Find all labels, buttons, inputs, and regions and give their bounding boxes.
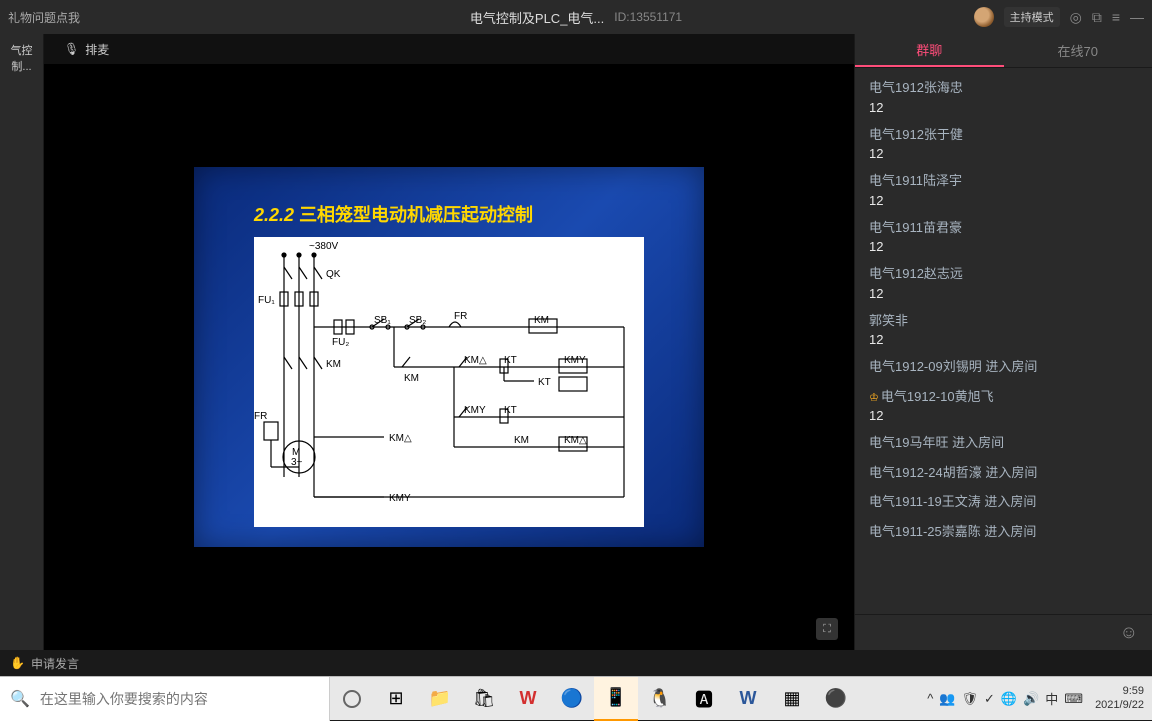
tray-safe-icon[interactable]: ✓ bbox=[984, 691, 995, 707]
chat-message: 电气1912张于健12 bbox=[869, 125, 1138, 162]
svg-text:KT: KT bbox=[504, 405, 517, 416]
windows-taskbar: 🔍 ⊞ 📁 🛍 W 🔵 📱 🐧 🅰 W ▦ ⚫ ^ 👥 🛡 ✓ 🌐 🔊 中 ⌨ … bbox=[0, 676, 1152, 720]
menu-icon[interactable]: ≡ bbox=[1112, 9, 1120, 25]
speak-request-row: ✋ 申请发言 bbox=[0, 650, 1152, 676]
user-avatar[interactable] bbox=[974, 7, 994, 27]
left-tab-item[interactable]: 气控制... bbox=[0, 38, 43, 78]
task-view-icon[interactable]: ⊞ bbox=[374, 677, 418, 721]
slide-title: 2.2.2 三相笼型电动机减压起动控制 bbox=[254, 201, 533, 227]
file-explorer-icon[interactable]: 📁 bbox=[418, 677, 462, 721]
svg-text:FU₂: FU₂ bbox=[332, 337, 349, 348]
chat-list[interactable]: 电气1912张海忠12 电气1912张于健12 电气1911陆泽宇12 电气1911苗… bbox=[855, 68, 1152, 614]
svg-text:KMY: KMY bbox=[464, 405, 486, 416]
presentation-area: 🎙 排麦 2.2.2 三相笼型电动机减压起动控制 ~380V bbox=[44, 34, 854, 650]
svg-text:KMY: KMY bbox=[389, 493, 411, 504]
taskbar-clock[interactable]: 9:59 2021/9/22 bbox=[1095, 685, 1144, 711]
chat-sidebar: 群聊 在线70 电气1912张海忠12 电气1912张于健12 电气1911陆泽宇1… bbox=[854, 34, 1152, 650]
circuit-diagram: ~380V QK FU₁ KM bbox=[254, 237, 644, 527]
tray-net-icon[interactable]: 🌐 bbox=[1001, 691, 1017, 707]
tray-shield-icon[interactable]: 🛡 bbox=[961, 691, 978, 707]
chat-message: 电气1911-19王文涛 进入房间 bbox=[869, 492, 1138, 512]
search-icon: 🔍 bbox=[10, 689, 30, 709]
chat-message: ♔电气1912-10黄旭飞12 bbox=[869, 387, 1138, 424]
tab-online[interactable]: 在线70 bbox=[1004, 34, 1152, 67]
room-title: 电气控制及PLC_电气... bbox=[470, 8, 604, 27]
svg-text:KT: KT bbox=[538, 377, 551, 388]
svg-text:3~: 3~ bbox=[291, 457, 303, 468]
svg-text:KMY: KMY bbox=[564, 355, 586, 366]
svg-text:FR: FR bbox=[254, 411, 267, 422]
tray-ime-label[interactable]: 中 bbox=[1045, 689, 1058, 708]
chat-message: 电气1911苗君豪12 bbox=[869, 218, 1138, 255]
tab-chat[interactable]: 群聊 bbox=[855, 34, 1004, 67]
svg-text:QK: QK bbox=[326, 269, 341, 280]
title-bar: 礼物问题点我 电气控制及PLC_电气... ID:13551171 主持模式 ◎… bbox=[0, 0, 1152, 34]
app-a-icon[interactable]: 🅰 bbox=[682, 677, 726, 721]
minimize-icon[interactable]: — bbox=[1130, 9, 1144, 25]
chat-message: 郭笑非12 bbox=[869, 311, 1138, 348]
chat-message: 电气1911陆泽宇12 bbox=[869, 171, 1138, 208]
left-rail: 气控制... bbox=[0, 34, 44, 650]
svg-text:KM: KM bbox=[514, 435, 529, 446]
chat-message: 电气1912张海忠12 bbox=[869, 78, 1138, 115]
mic-icon[interactable]: 🎙 bbox=[64, 42, 79, 56]
wps-icon[interactable]: W bbox=[506, 677, 550, 721]
chat-message: 电气19马年旺 进入房间 bbox=[869, 433, 1138, 453]
tray-keyboard-icon[interactable]: ⌨ bbox=[1064, 691, 1083, 707]
slide: 2.2.2 三相笼型电动机减压起动控制 ~380V QK bbox=[194, 167, 704, 547]
svg-text:KM△: KM△ bbox=[389, 433, 412, 444]
speak-request-label[interactable]: 申请发言 bbox=[31, 655, 79, 672]
chat-message: 电气1911-25崇嘉陈 进入房间 bbox=[869, 522, 1138, 542]
chat-input-row: ☺ bbox=[855, 614, 1152, 650]
tencent-class-icon[interactable]: 📱 bbox=[594, 677, 638, 721]
mic-queue-row: 🎙 排麦 bbox=[44, 34, 854, 64]
slide-expand-button[interactable]: ⛶ bbox=[816, 618, 838, 640]
record-icon[interactable]: ◎ bbox=[1070, 9, 1082, 26]
svg-text:FU₁: FU₁ bbox=[258, 295, 275, 306]
windows-search[interactable]: 🔍 bbox=[0, 677, 330, 721]
popout-icon[interactable]: ⧉ bbox=[1092, 9, 1102, 26]
svg-text:KM△: KM△ bbox=[464, 355, 487, 366]
hand-icon[interactable]: ✋ bbox=[10, 656, 25, 670]
room-id: ID:13551171 bbox=[614, 10, 682, 24]
store-icon[interactable]: 🛍 bbox=[462, 677, 506, 721]
svg-text:FR: FR bbox=[454, 311, 467, 322]
chat-message: 电气1912-24胡哲濠 进入房间 bbox=[869, 463, 1138, 483]
svg-text:~380V: ~380V bbox=[309, 241, 339, 252]
app-dark-icon[interactable]: ▦ bbox=[770, 677, 814, 721]
search-input[interactable] bbox=[40, 691, 319, 707]
tray-volume-icon[interactable]: 🔊 bbox=[1023, 691, 1039, 707]
qq-icon[interactable]: 🐧 bbox=[638, 677, 682, 721]
gift-link[interactable]: 礼物问题点我 bbox=[8, 9, 80, 26]
host-mode-badge[interactable]: 主持模式 bbox=[1004, 7, 1060, 27]
svg-text:KM: KM bbox=[534, 315, 549, 326]
svg-text:KT: KT bbox=[504, 355, 517, 366]
tray-up-icon[interactable]: ^ bbox=[927, 691, 933, 706]
tray-people-icon[interactable]: 👥 bbox=[939, 691, 955, 707]
mic-queue-label: 排麦 bbox=[85, 41, 109, 58]
emoji-icon[interactable]: ☺ bbox=[1120, 622, 1138, 643]
obs-icon[interactable]: ⚫ bbox=[814, 677, 858, 721]
svg-text:KM: KM bbox=[326, 359, 341, 370]
word-icon[interactable]: W bbox=[726, 677, 770, 721]
chat-message: 电气1912-09刘锡明 进入房间 bbox=[869, 357, 1138, 377]
chat-message: 电气1912赵志远12 bbox=[869, 264, 1138, 301]
cortana-icon[interactable] bbox=[330, 677, 374, 721]
sogou-icon[interactable]: 🔵 bbox=[550, 677, 594, 721]
svg-text:KM: KM bbox=[404, 373, 419, 384]
